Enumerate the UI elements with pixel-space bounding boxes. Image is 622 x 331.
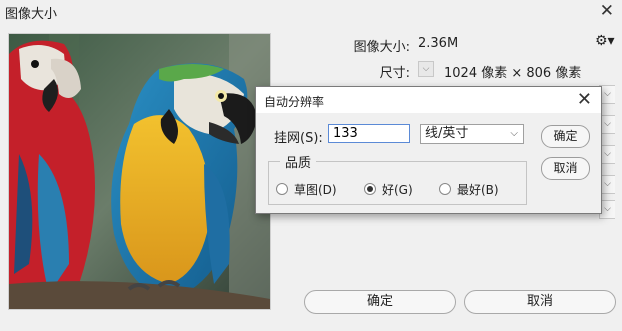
- ok-button[interactable]: 确定: [304, 290, 456, 314]
- auto-resolution-dialog: 自动分辨率 ✕ 挂网(S): 线/英寸 ⌵ 品质 草图(D) 好(G) 最好(B…: [255, 86, 602, 214]
- unit-select-value: 线/英寸: [425, 126, 469, 141]
- dialog-title: 自动分辨率: [264, 95, 325, 109]
- radio-best[interactable]: 最好(B): [439, 181, 499, 198]
- radio-draft[interactable]: 草图(D): [276, 181, 337, 198]
- screen-input[interactable]: [328, 124, 410, 143]
- image-size-label: 图像大小:: [353, 40, 410, 55]
- chevron-down-icon: ⌵: [510, 128, 518, 139]
- quality-label: 品质: [280, 152, 317, 171]
- radio-icon: [439, 183, 451, 195]
- dimensions-label: 尺寸:: [379, 66, 410, 81]
- window-title: 图像大小: [5, 7, 58, 22]
- chevron-down-icon[interactable]: ⌵: [418, 61, 434, 77]
- radio-good[interactable]: 好(G): [364, 181, 413, 198]
- close-icon[interactable]: ✕: [600, 1, 614, 21]
- cancel-button[interactable]: 取消: [464, 290, 616, 314]
- gear-icon[interactable]: ⚙▾: [595, 33, 615, 49]
- parrots-image: [9, 34, 270, 309]
- radio-icon: [276, 183, 288, 195]
- radio-label: 最好(B): [457, 183, 499, 197]
- dialog-title-bar: 自动分辨率 ✕: [256, 87, 601, 113]
- title-bar: 图像大小 ✕: [0, 0, 622, 24]
- close-icon[interactable]: ✕: [577, 89, 592, 110]
- screen-label: 挂网(S):: [274, 131, 323, 146]
- image-size-value: 2.36M: [418, 36, 459, 51]
- dimensions-value: 1024 像素 × 806 像素: [444, 66, 582, 81]
- dialog-ok-button[interactable]: 确定: [541, 125, 590, 148]
- unit-select[interactable]: 线/英寸 ⌵: [420, 124, 524, 144]
- radio-icon: [364, 183, 376, 195]
- radio-label: 好(G): [382, 183, 413, 197]
- image-preview[interactable]: [8, 33, 271, 310]
- dialog-cancel-button[interactable]: 取消: [541, 157, 590, 180]
- radio-label: 草图(D): [294, 183, 337, 197]
